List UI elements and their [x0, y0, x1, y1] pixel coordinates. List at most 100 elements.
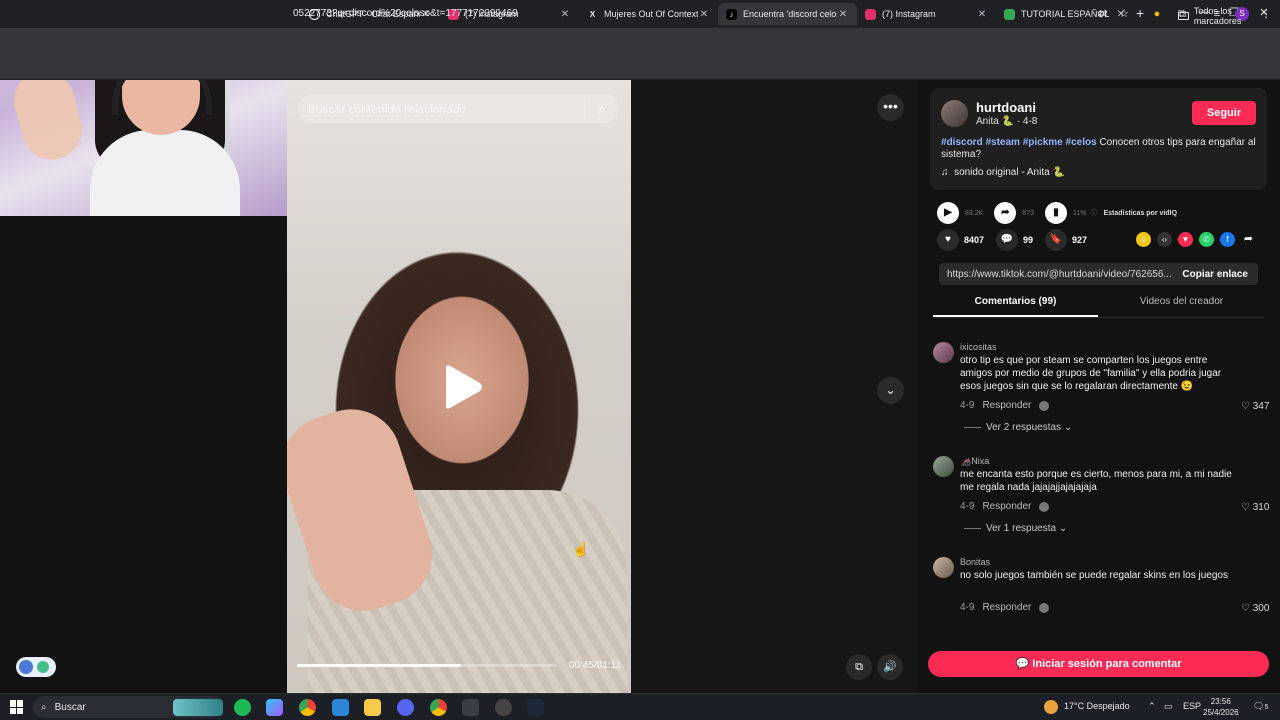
comment-like[interactable]: ♡ 347	[1241, 401, 1269, 412]
comment-icon[interactable]: 💬	[996, 229, 1019, 251]
reply-button[interactable]: Responder	[982, 400, 1031, 411]
floating-player-button[interactable]: ⧉	[846, 654, 872, 680]
emoji-share-icon[interactable]: ☺	[1136, 232, 1151, 247]
left-blank-area	[0, 216, 287, 693]
tab-comments[interactable]: Comentarios (99)	[933, 296, 1098, 317]
reply-button[interactable]: Responder	[982, 602, 1031, 613]
commenter-avatar[interactable]	[933, 557, 954, 578]
tray-chevron-icon[interactable]: ⌃	[1148, 701, 1156, 712]
windows-start-icon[interactable]	[10, 700, 24, 714]
creator-liked-avatar	[1039, 400, 1050, 411]
hashtag[interactable]: #discord	[941, 137, 983, 148]
new-tab-button[interactable]: +	[1136, 5, 1144, 21]
login-to-comment-button[interactable]: 💬 Iniciar sesión para comentar	[928, 651, 1269, 677]
hashtag[interactable]: #steam	[985, 137, 1019, 148]
view-replies-button[interactable]: Ver 2 respuestas ⌄	[964, 422, 1072, 433]
volume-button[interactable]: 🔊	[877, 654, 903, 680]
video-progress-bar[interactable]	[297, 664, 557, 667]
network-icon[interactable]: ▭	[1164, 701, 1173, 712]
extension-color-icon[interactable]: ●	[1150, 7, 1164, 21]
hashtag[interactable]: #pickme	[1023, 137, 1063, 148]
creator-avatar[interactable]	[941, 100, 968, 127]
embed-icon[interactable]: ‹›	[1157, 232, 1172, 247]
notifications-icon[interactable]: 🗨5	[1253, 701, 1268, 712]
video-progress-fill	[297, 664, 461, 667]
bookmarks-label: Todos los marcadores	[1193, 6, 1242, 26]
more-options-button[interactable]: •••	[877, 94, 904, 121]
reply-button[interactable]: Responder	[982, 501, 1031, 512]
tab-creator-videos[interactable]: Videos del creador	[1099, 296, 1264, 315]
follow-button[interactable]: Seguir	[1192, 101, 1256, 125]
close-icon[interactable]: ✕	[698, 9, 710, 20]
close-icon[interactable]: ✕	[837, 9, 849, 20]
comment-date: 4-9	[960, 501, 975, 512]
copy-link-row: https://www.tiktok.com/@hurtdoani/video/…	[939, 263, 1258, 285]
close-icon[interactable]: ✕	[559, 9, 571, 20]
play-button[interactable]	[440, 364, 484, 410]
search-highlight-icon	[173, 699, 223, 716]
whatsapp-icon[interactable]: ✆	[1199, 232, 1214, 247]
translate-icon[interactable]: ⇄	[1096, 7, 1110, 21]
sheets-icon	[1004, 8, 1015, 20]
status-dot-icon	[37, 661, 49, 673]
obs-icon[interactable]	[495, 699, 512, 716]
commenter-avatar[interactable]	[933, 456, 954, 477]
video-link[interactable]: https://www.tiktok.com/@hurtdoani/video/…	[939, 269, 1172, 280]
chrome-profile-icon[interactable]	[430, 699, 447, 716]
comment-meta: 4-9 Responder	[960, 400, 1050, 411]
comment-text: me encanta esto porque es cierto, menos …	[960, 469, 1232, 493]
discord-icon[interactable]	[397, 699, 414, 716]
steam-icon[interactable]	[527, 699, 544, 716]
clock[interactable]: 23:56 25/4/2026	[1203, 696, 1239, 718]
tab-x[interactable]: X Mujeres Out Of Context e ✕	[579, 3, 718, 25]
url-text[interactable]: 0522773?q=discord%20celoso&t=17771720994…	[293, 8, 518, 19]
commenter-username[interactable]: ixicositas	[960, 342, 997, 352]
view-replies-button[interactable]: Ver 1 respuesta ⌄	[964, 523, 1067, 534]
creator-liked-avatar	[1039, 602, 1050, 613]
tab-tiktok[interactable]: ♪ Encuentra 'discord celoso ✕	[718, 3, 857, 25]
comment-like[interactable]: ♡ 310	[1241, 502, 1269, 513]
music-row[interactable]: ♫ sonido original - Anita 🐍	[941, 167, 1065, 178]
video-timecode: 00:45/01:11	[569, 660, 622, 671]
tab-sheets[interactable]: TUTORIAL ESPAÑOL ✕	[996, 3, 1135, 25]
post-caption: #discord #steam #pickme #celos Conocen o…	[941, 137, 1257, 161]
creator-username[interactable]: hurtdoani	[976, 100, 1036, 115]
bookmark-star-icon[interactable]: ☆	[1117, 7, 1131, 21]
file-explorer-icon[interactable]	[364, 699, 381, 716]
weather-text[interactable]: 17°C Despejado	[1064, 701, 1130, 711]
hashtag[interactable]: #celos	[1066, 137, 1097, 148]
music-note-icon: ♫	[941, 167, 949, 178]
copilot-icon[interactable]	[266, 699, 283, 716]
all-bookmarks[interactable]: Todos los marcadores	[1178, 6, 1280, 26]
app-icon[interactable]	[332, 699, 349, 716]
comment-like[interactable]: ♡ 300	[1241, 603, 1269, 614]
tiktok-icon: ♪	[726, 8, 737, 20]
mouse-cursor-icon: ☝	[572, 541, 590, 557]
share-arrow-icon[interactable]: ➦	[1241, 232, 1256, 247]
commenter-avatar[interactable]	[933, 342, 954, 363]
facebook-icon[interactable]: f	[1220, 232, 1235, 247]
share-stat-count: 873	[1022, 209, 1034, 217]
commenter-username[interactable]: Bonitas	[960, 557, 990, 567]
view-replies-label: Ver 1 respuesta	[986, 523, 1057, 534]
spotify-icon[interactable]	[234, 699, 251, 716]
repost-icon[interactable]: ▼	[1178, 232, 1193, 247]
language[interactable]: ESP	[1183, 701, 1201, 711]
tab-instagram-2[interactable]: (7) Instagram ✕	[857, 3, 996, 25]
login-label: Iniciar sesión para comentar	[1032, 658, 1182, 670]
info-icon[interactable]: ⓘ	[1090, 208, 1097, 218]
comment-meta: 4-9 Responder	[960, 602, 1050, 613]
commenter-username[interactable]: 🦽Nixa	[960, 456, 989, 467]
bookmarks-bar	[0, 56, 1280, 80]
next-video-button[interactable]: ⌄	[877, 377, 904, 404]
search-icon[interactable]: ⌕	[585, 101, 619, 117]
like-icon[interactable]: ♥	[937, 229, 959, 251]
extension-toggle[interactable]	[16, 657, 56, 677]
copy-link-button[interactable]: Copiar enlace	[1172, 269, 1258, 280]
app-icon[interactable]	[462, 699, 479, 716]
bookmark-icon[interactable]: 🔖	[1045, 229, 1068, 251]
chrome-icon[interactable]	[299, 699, 316, 716]
comment-text: no solo juegos también se puede regalar …	[960, 570, 1228, 581]
close-icon[interactable]: ✕	[976, 9, 988, 20]
related-search-input[interactable]	[298, 101, 584, 116]
